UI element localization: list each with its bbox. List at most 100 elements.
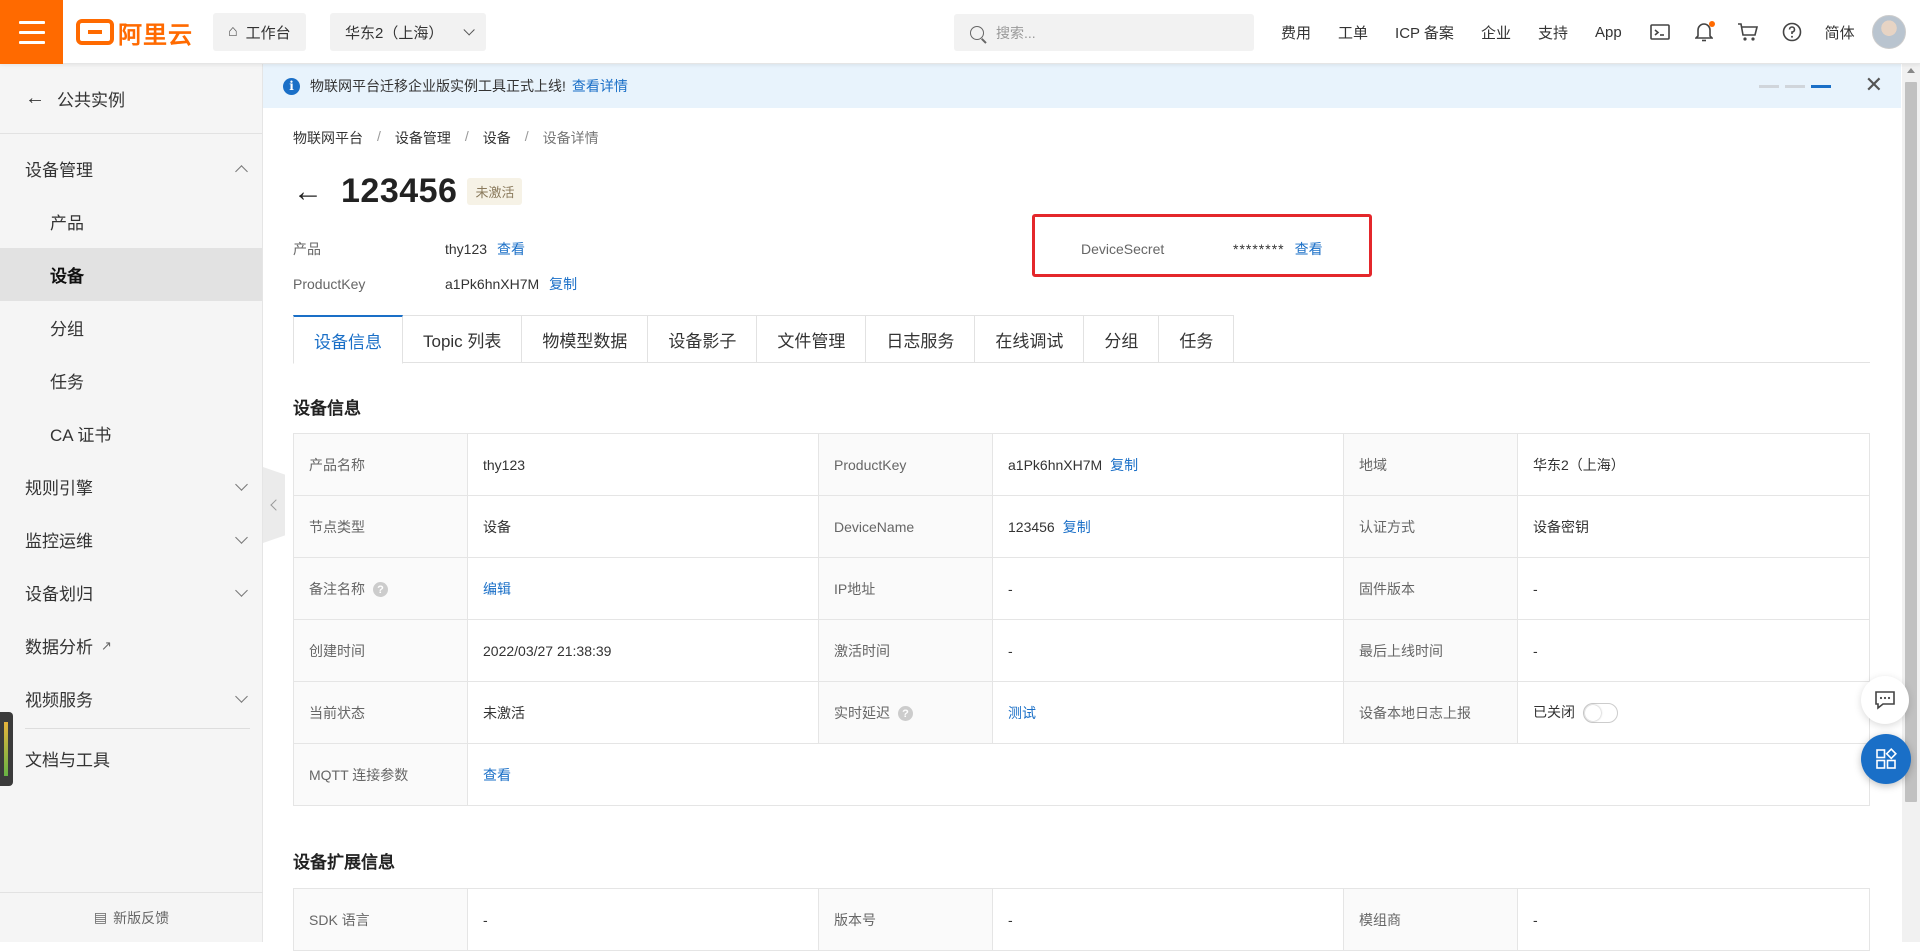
feedback-button[interactable]: ▤ 新版反馈: [0, 892, 263, 942]
sidebar-item-groups[interactable]: 分组: [0, 301, 262, 354]
nav-enterprise[interactable]: 企业: [1481, 22, 1511, 43]
tab-device-shadow[interactable]: 设备影子: [648, 315, 758, 363]
status-badge: 未激活: [467, 178, 523, 205]
pager-dot[interactable]: [1785, 85, 1805, 88]
sidebar-item-products[interactable]: 产品: [0, 195, 262, 248]
cart-icon[interactable]: [1737, 21, 1759, 43]
close-icon[interactable]: ✕: [1865, 74, 1883, 96]
sidebar-item-video-service[interactable]: 视频服务: [0, 672, 262, 725]
info-key: IP地址: [818, 557, 993, 620]
sidebar-item-docs-tools[interactable]: 文档与工具: [0, 732, 262, 785]
info-value: thy123: [467, 433, 819, 496]
test-latency-button[interactable]: 测试: [1008, 705, 1036, 721]
tab-jobs[interactable]: 任务: [1159, 315, 1235, 363]
aliyun-logo[interactable]: 阿里云: [76, 16, 193, 49]
log-upload-toggle[interactable]: [1583, 703, 1618, 724]
tab-online-debug[interactable]: 在线调试: [975, 315, 1085, 363]
pager-dot-active[interactable]: [1811, 85, 1831, 88]
nav-fees[interactable]: 费用: [1281, 22, 1311, 43]
breadcrumb-devices[interactable]: 设备: [483, 128, 511, 148]
back-to-instances[interactable]: ← 公共实例: [0, 64, 262, 134]
back-arrow-icon[interactable]: ←: [293, 176, 323, 207]
info-value: 华东2（上海）: [1517, 433, 1870, 496]
info-key: 版本号: [818, 888, 993, 951]
sidebar-item-monitoring[interactable]: 监控运维: [0, 513, 262, 566]
page-title: 123456: [341, 172, 458, 210]
bell-icon[interactable]: [1693, 21, 1715, 43]
info-value: 设备: [467, 495, 819, 558]
apps-grid-icon[interactable]: [1861, 734, 1911, 784]
scrollbar[interactable]: [1902, 64, 1920, 942]
workbench-button[interactable]: ⌂ 工作台: [213, 13, 306, 51]
language-switch[interactable]: 简体: [1825, 22, 1855, 43]
sidebar-item-label: 产品: [50, 214, 84, 233]
announcement-link[interactable]: 查看详情: [572, 76, 628, 96]
view-product-link[interactable]: 查看: [497, 239, 525, 259]
view-devicesecret-link[interactable]: 查看: [1295, 239, 1323, 259]
feedback-icon: ▤: [93, 909, 108, 925]
copy-productkey-button[interactable]: 复制: [1110, 457, 1138, 473]
top-bar: 阿里云 ⌂ 工作台 华东2（上海） 费用 工单 ICP 备案 企业 支持 App…: [0, 0, 1920, 64]
sidebar-item-rules-engine[interactable]: 规则引擎: [0, 460, 262, 513]
avatar[interactable]: [1872, 15, 1906, 49]
nav-app[interactable]: App: [1595, 24, 1622, 41]
sidebar-item-data-analysis[interactable]: 数据分析 ↗: [0, 619, 262, 672]
logo-mark-icon: [76, 19, 114, 45]
sidebar-item-device-distribution[interactable]: 设备划归: [0, 566, 262, 619]
help-icon[interactable]: ?: [898, 706, 913, 722]
sidebar-collapse-handle[interactable]: [263, 467, 285, 543]
side-widget[interactable]: [0, 712, 13, 786]
productkey-meta: ProductKey a1Pk6hnXH7M 复制: [293, 274, 577, 294]
back-label: 公共实例: [57, 91, 125, 110]
sidebar-item-label: 设备: [50, 267, 84, 286]
global-search[interactable]: [954, 14, 1254, 51]
info-key: 认证方式: [1343, 495, 1518, 558]
remark-name-label: 备注名称: [309, 580, 365, 597]
info-value: -: [467, 888, 819, 951]
region-selector[interactable]: 华东2（上海）: [330, 13, 487, 51]
view-mqtt-params-button[interactable]: 查看: [483, 767, 511, 783]
info-value: -: [1517, 557, 1870, 620]
info-key: 当前状态: [293, 681, 468, 744]
breadcrumb-device-management[interactable]: 设备管理: [395, 128, 451, 148]
info-key: 模组商: [1343, 888, 1518, 951]
hamburger-menu-icon[interactable]: [0, 0, 63, 64]
tab-log-service[interactable]: 日志服务: [866, 315, 976, 363]
pager-dot[interactable]: [1759, 85, 1779, 88]
terminal-icon[interactable]: [1649, 21, 1671, 43]
tab-device-info[interactable]: 设备信息: [293, 315, 403, 364]
info-value: -: [1517, 888, 1870, 951]
detail-tabs: 设备信息 Topic 列表 物模型数据 设备影子 文件管理 日志服务 在线调试 …: [293, 315, 1870, 364]
sidebar-item-device-management[interactable]: 设备管理: [0, 142, 262, 195]
nav-support[interactable]: 支持: [1538, 22, 1568, 43]
sidebar-item-label: 设备划归: [25, 585, 93, 604]
copy-productkey-link[interactable]: 复制: [549, 274, 577, 294]
productkey-value: a1Pk6hnXH7M: [1008, 456, 1103, 473]
help-icon[interactable]: [1781, 21, 1803, 43]
sidebar-item-label: 数据分析: [25, 638, 93, 657]
sidebar-divider: [25, 728, 250, 729]
page-header: ← 123456 未激活: [293, 172, 523, 211]
scroll-up-arrow[interactable]: [1907, 68, 1915, 73]
search-input[interactable]: [996, 24, 1236, 41]
breadcrumb-iot-platform[interactable]: 物联网平台: [293, 128, 363, 148]
sidebar-item-jobs[interactable]: 任务: [0, 354, 262, 407]
tab-file-management[interactable]: 文件管理: [757, 315, 867, 363]
tab-groups[interactable]: 分组: [1084, 315, 1160, 363]
help-icon[interactable]: ?: [373, 582, 388, 598]
tab-thing-model-data[interactable]: 物模型数据: [522, 315, 649, 363]
sidebar-item-ca-cert[interactable]: CA 证书: [0, 407, 262, 460]
sidebar-item-devices[interactable]: 设备: [0, 248, 262, 301]
info-value: 123456 复制: [992, 495, 1344, 558]
chat-icon[interactable]: [1861, 676, 1909, 724]
workbench-label: 工作台: [245, 24, 291, 42]
banner-pager: [1759, 85, 1831, 88]
chevron-down-icon: [463, 24, 476, 36]
info-key: 产品名称: [293, 433, 468, 496]
edit-remark-button[interactable]: 编辑: [483, 581, 511, 597]
copy-devicename-button[interactable]: 复制: [1063, 519, 1091, 535]
nav-tickets[interactable]: 工单: [1338, 22, 1368, 43]
nav-icp[interactable]: ICP 备案: [1395, 22, 1454, 43]
tab-topic-list[interactable]: Topic 列表: [403, 315, 523, 363]
info-key: 激活时间: [818, 619, 993, 682]
